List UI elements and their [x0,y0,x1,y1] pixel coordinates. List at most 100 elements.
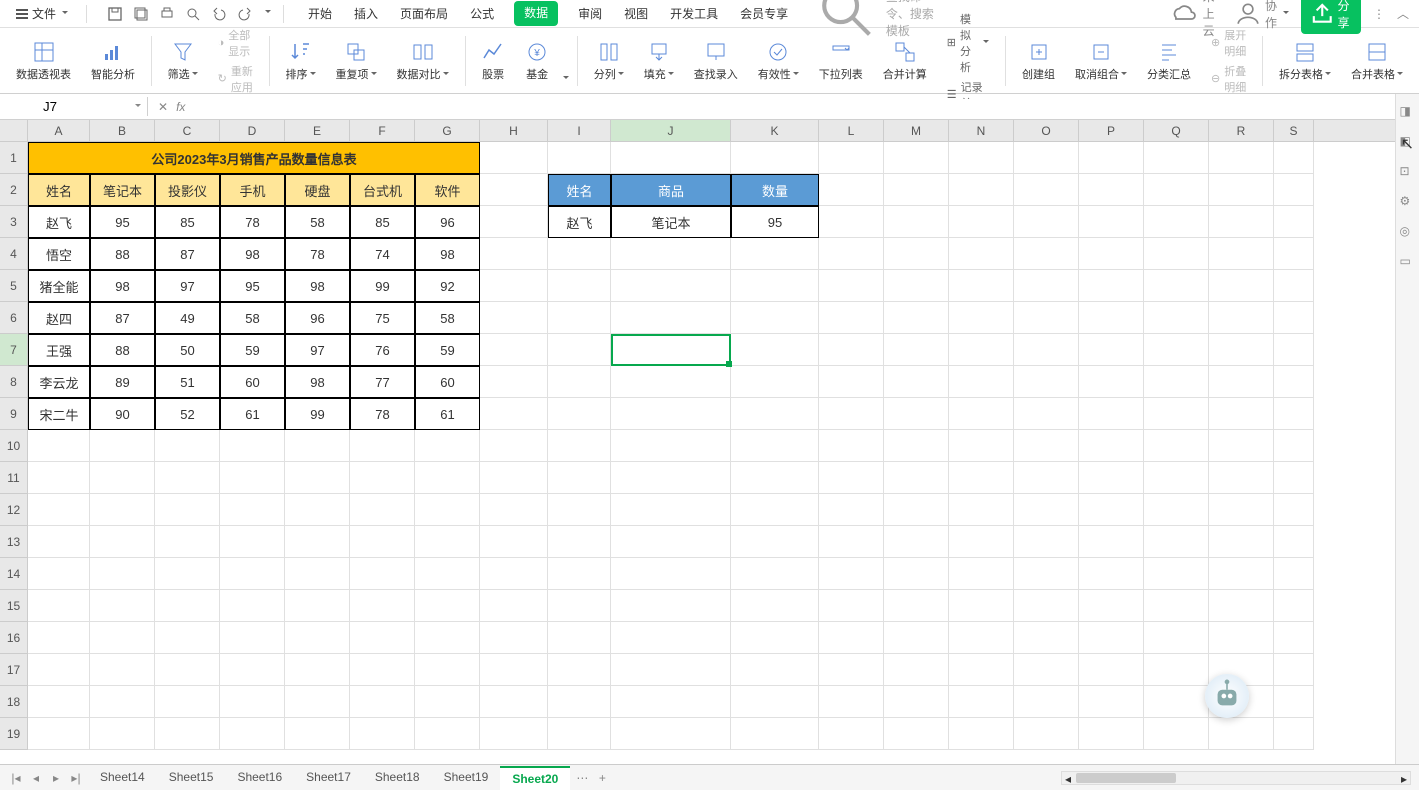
cell[interactable] [285,526,350,558]
cell[interactable] [220,622,285,654]
cell[interactable] [1144,622,1209,654]
cell[interactable] [949,174,1014,206]
cell[interactable] [1144,718,1209,750]
column-header[interactable]: K [731,120,819,141]
cell[interactable]: 90 [90,398,155,430]
cell[interactable] [1079,398,1144,430]
cell[interactable]: 95 [220,270,285,302]
cell[interactable] [611,558,731,590]
cell[interactable] [949,398,1014,430]
cell[interactable] [949,686,1014,718]
cell[interactable] [480,366,548,398]
cell[interactable] [1079,206,1144,238]
cell[interactable] [90,558,155,590]
cell[interactable] [285,686,350,718]
cell[interactable] [1014,462,1079,494]
cell[interactable] [480,622,548,654]
cell[interactable]: 98 [220,238,285,270]
cell[interactable]: 95 [90,206,155,238]
row-header[interactable]: 8 [0,366,27,398]
tab-layout[interactable]: 页面布局 [398,1,450,26]
sort-button[interactable]: 排序 [278,31,324,91]
cell[interactable]: 投影仪 [155,174,220,206]
cell[interactable] [155,462,220,494]
row-header[interactable]: 12 [0,494,27,526]
cell[interactable] [220,654,285,686]
column-header[interactable]: C [155,120,220,141]
row-header[interactable]: 9 [0,398,27,430]
sheet-tab[interactable]: Sheet18 [363,766,432,790]
cell[interactable]: 78 [220,206,285,238]
cell[interactable] [819,366,884,398]
cell[interactable] [731,718,819,750]
column-header[interactable]: D [220,120,285,141]
cell[interactable]: 51 [155,366,220,398]
cell[interactable] [611,366,731,398]
cell[interactable] [1144,462,1209,494]
cell[interactable] [415,526,480,558]
print-icon[interactable] [159,6,175,22]
cell[interactable] [480,494,548,526]
row-header[interactable]: 18 [0,686,27,718]
cell[interactable] [285,494,350,526]
cell[interactable] [884,302,949,334]
cell[interactable]: 60 [415,366,480,398]
cell[interactable] [1079,302,1144,334]
qat-more-icon[interactable] [263,6,271,22]
cell[interactable] [1079,686,1144,718]
cell[interactable] [548,590,611,622]
cell[interactable] [548,654,611,686]
cell[interactable] [28,494,90,526]
cell[interactable] [819,398,884,430]
datatype-more[interactable] [561,71,569,85]
cell[interactable] [731,686,819,718]
cell[interactable] [415,494,480,526]
cell[interactable] [285,622,350,654]
cell[interactable] [1144,334,1209,366]
consolidate-button[interactable]: 合并计算 [875,31,935,91]
cell[interactable] [480,334,548,366]
cell[interactable] [949,526,1014,558]
cell[interactable] [480,526,548,558]
cell[interactable]: 61 [415,398,480,430]
column-header[interactable]: R [1209,120,1274,141]
cell[interactable] [731,238,819,270]
cell[interactable] [1079,494,1144,526]
cell[interactable] [548,718,611,750]
cell[interactable] [1079,366,1144,398]
cell[interactable] [548,430,611,462]
cell[interactable]: 85 [155,206,220,238]
cell[interactable] [731,398,819,430]
cell[interactable] [1209,398,1274,430]
cell[interactable] [90,686,155,718]
column-header[interactable]: E [285,120,350,141]
cell[interactable] [611,462,731,494]
panel-backup-icon[interactable]: ◎ [1400,224,1416,240]
save-as-icon[interactable] [133,6,149,22]
cell[interactable] [1274,718,1314,750]
subtotal-button[interactable]: 分类汇总 [1139,31,1199,91]
cell[interactable]: 85 [350,206,415,238]
cell[interactable] [415,622,480,654]
cell[interactable] [548,398,611,430]
cell[interactable] [1014,366,1079,398]
panel-select-icon[interactable]: ⊡ [1400,164,1416,180]
column-header[interactable]: M [884,120,949,141]
cell[interactable] [731,622,819,654]
cell[interactable] [949,142,1014,174]
cell[interactable] [819,686,884,718]
sheet-tab[interactable]: Sheet15 [157,766,226,790]
cell[interactable] [819,334,884,366]
cell[interactable] [548,238,611,270]
cell[interactable] [731,494,819,526]
cell[interactable] [884,238,949,270]
preview-icon[interactable] [185,6,201,22]
cell[interactable]: 软件 [415,174,480,206]
cell[interactable] [731,526,819,558]
cell[interactable] [1014,398,1079,430]
cell[interactable] [819,526,884,558]
cell[interactable] [1274,430,1314,462]
panel-property-icon[interactable]: ⚙ [1400,194,1416,210]
cell[interactable] [1144,206,1209,238]
cell[interactable] [548,302,611,334]
